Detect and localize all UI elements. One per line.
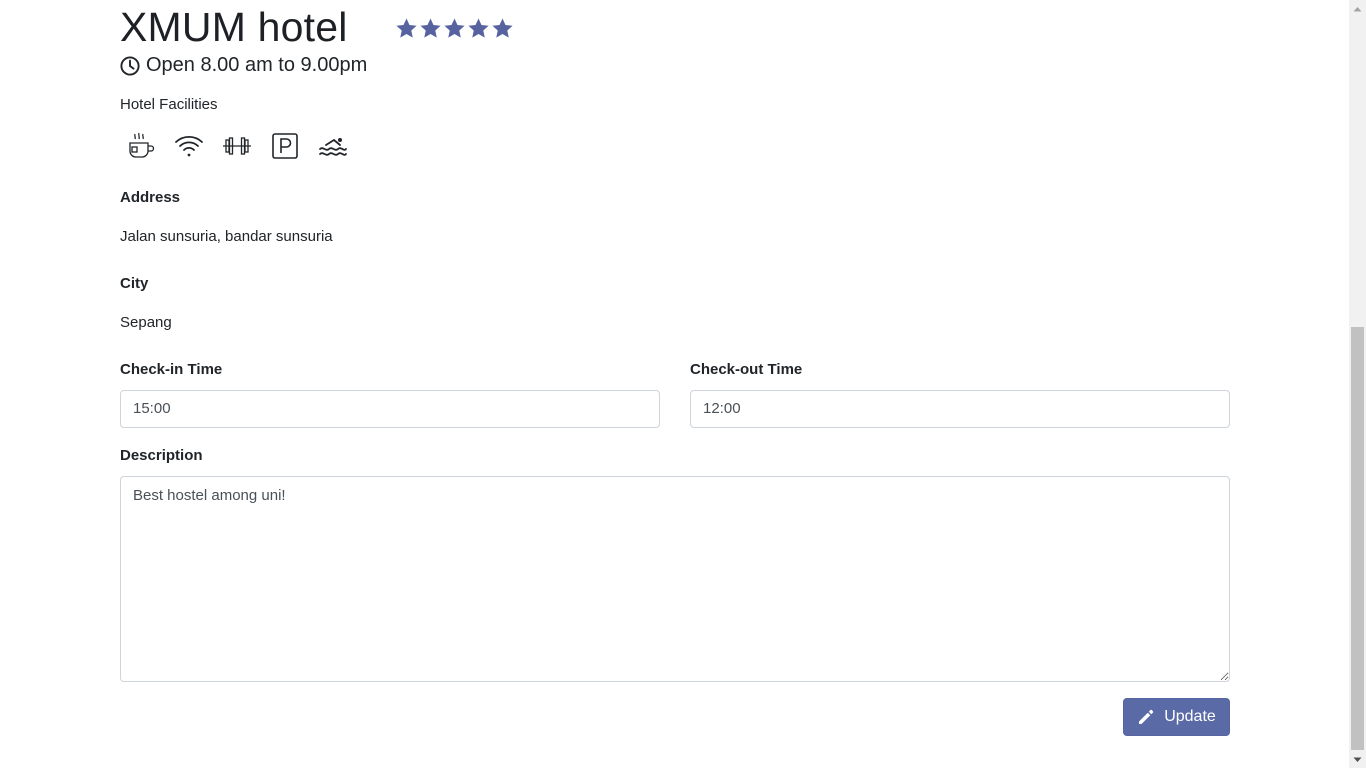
star-icon	[468, 17, 489, 38]
opening-hours: Open 8.00 am to 9.00pm	[120, 54, 367, 77]
description-label: Description	[120, 447, 203, 464]
description-textarea[interactable]: Best hostel among uni!	[120, 476, 1230, 682]
scrollbar-thumb[interactable]	[1351, 327, 1364, 750]
star-icon	[396, 17, 417, 38]
address-value: Jalan sunsuria, bandar sunsuria	[120, 228, 333, 245]
address-label: Address	[120, 189, 181, 206]
city-value: Sepang	[120, 314, 172, 331]
opening-hours-text: Open 8.00 am to 9.00pm	[146, 54, 368, 76]
cafe-icon	[126, 128, 156, 164]
star-icon	[444, 17, 465, 38]
star-rating	[395, 17, 514, 40]
swimming-pool-icon	[318, 128, 348, 164]
parking-icon	[270, 128, 300, 164]
star-icon	[492, 17, 513, 38]
pencil-icon	[1139, 709, 1154, 724]
vertical-scrollbar[interactable]	[1349, 0, 1366, 768]
checkout-time-input[interactable]: 12:00	[690, 390, 1230, 428]
facilities-list	[126, 128, 348, 164]
hotel-name: XMUM hotel	[120, 4, 348, 50]
scroll-up-arrow-icon[interactable]	[1349, 0, 1366, 17]
title-row: XMUM hotel	[120, 2, 514, 52]
scroll-down-arrow-icon[interactable]	[1349, 751, 1366, 768]
city-label: City	[120, 275, 149, 292]
checkin-time-input[interactable]: 15:00	[120, 390, 660, 428]
update-button[interactable]: Update	[1123, 698, 1230, 736]
checkout-label: Check-out Time	[690, 361, 803, 378]
update-button-label: Update	[1164, 708, 1216, 725]
facilities-label: Hotel Facilities	[120, 96, 218, 113]
gym-icon	[222, 128, 252, 164]
star-icon	[420, 17, 441, 38]
clock-icon	[120, 55, 140, 76]
wifi-icon	[174, 128, 204, 164]
checkin-label: Check-in Time	[120, 361, 223, 378]
